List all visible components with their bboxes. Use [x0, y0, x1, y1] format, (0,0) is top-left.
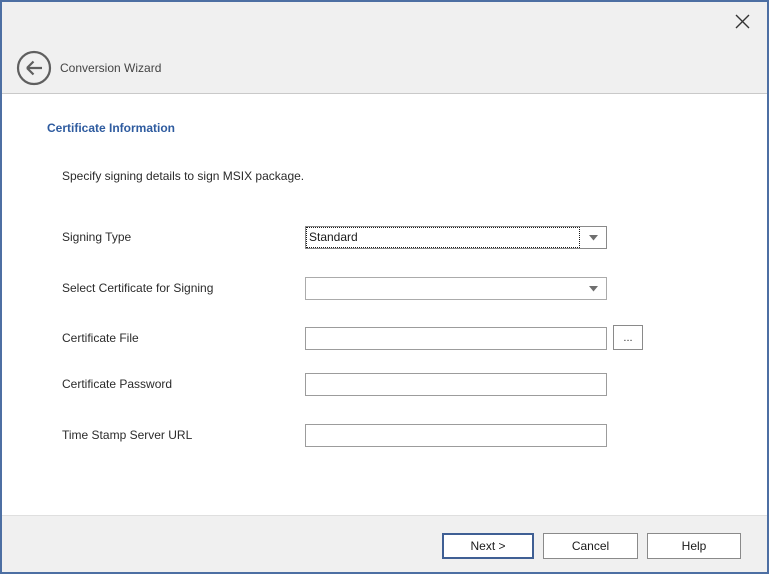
back-button[interactable] — [16, 50, 52, 86]
timestamp-url-label: Time Stamp Server URL — [62, 428, 297, 443]
signing-type-label: Signing Type — [62, 230, 297, 245]
wizard-title: Conversion Wizard — [60, 60, 161, 76]
page-description: Specify signing details to sign MSIX pac… — [62, 169, 304, 183]
wizard-footer: Next > Cancel Help — [2, 515, 767, 572]
signing-type-combobox[interactable]: Standard — [305, 226, 607, 249]
signing-type-value: Standard — [306, 227, 580, 248]
select-certificate-combobox[interactable] — [305, 277, 607, 300]
select-certificate-value — [306, 278, 580, 299]
next-button[interactable]: Next > — [442, 533, 534, 559]
wizard-header: Conversion Wizard — [2, 2, 767, 94]
select-certificate-label: Select Certificate for Signing — [62, 281, 297, 296]
help-button[interactable]: Help — [647, 533, 741, 559]
chevron-down-icon[interactable] — [580, 227, 606, 248]
certificate-file-label: Certificate File — [62, 331, 297, 346]
conversion-wizard-dialog: Conversion Wizard Certificate Informatio… — [0, 0, 769, 574]
close-button[interactable] — [731, 10, 753, 32]
certificate-password-input[interactable] — [305, 373, 607, 396]
timestamp-url-input[interactable] — [305, 424, 607, 447]
certificate-password-label: Certificate Password — [62, 377, 297, 392]
close-icon — [734, 13, 751, 30]
cancel-button[interactable]: Cancel — [543, 533, 638, 559]
wizard-page-content — [2, 95, 767, 511]
page-title: Certificate Information — [47, 121, 175, 135]
arrow-left-circle-icon — [16, 50, 52, 86]
certificate-file-input[interactable] — [305, 327, 607, 350]
chevron-down-icon[interactable] — [580, 278, 606, 299]
browse-button[interactable]: ... — [613, 325, 643, 350]
